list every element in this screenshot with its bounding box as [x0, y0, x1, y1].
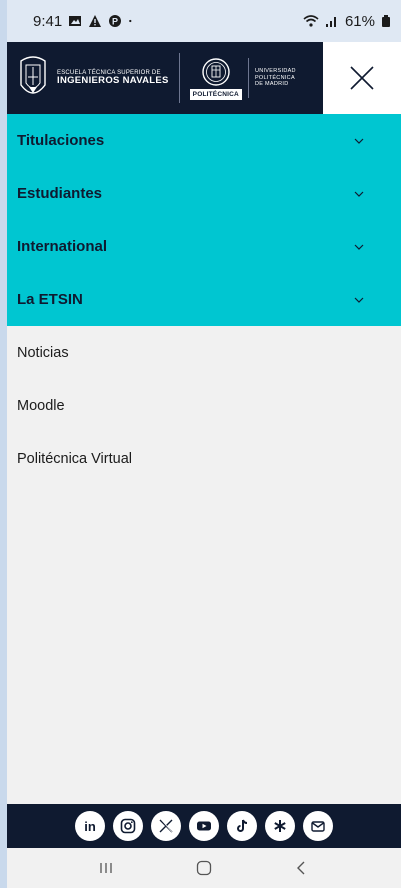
- menu-item-label: La ETSIN: [17, 291, 83, 308]
- etsin-logo[interactable]: ESCUELA TÉCNICA SUPERIOR DE INGENIEROS N…: [7, 42, 169, 114]
- upm-crest-icon: [202, 57, 230, 86]
- menu-item-estudiantes[interactable]: Estudiantes: [7, 167, 401, 220]
- recent-apps-icon: [100, 863, 112, 873]
- back-icon: [297, 861, 305, 875]
- chevron-down-icon[interactable]: [353, 137, 365, 145]
- chevron-down-icon[interactable]: [353, 296, 365, 304]
- menu-item-international[interactable]: International: [7, 220, 401, 273]
- mail-link[interactable]: [303, 811, 333, 841]
- social-links: in: [7, 804, 401, 848]
- mail-icon: [311, 821, 325, 832]
- menu-link-noticias[interactable]: Noticias: [7, 326, 401, 379]
- menu-item-label: Estudiantes: [17, 185, 103, 202]
- chevron-down-icon[interactable]: [353, 190, 365, 198]
- back-button[interactable]: [282, 853, 322, 883]
- svg-text:P: P: [112, 17, 118, 27]
- menu-link-politecnica-virtual[interactable]: Politécnica Virtual: [7, 432, 401, 485]
- close-icon: [350, 66, 374, 90]
- upm-line-2: POLITÉCNICA: [254, 74, 295, 81]
- upm-line-3: DE MADRID: [254, 81, 289, 88]
- etsin-crest-icon: [20, 56, 46, 94]
- header-divider: [178, 53, 180, 103]
- menu-link-moodle[interactable]: Moodle: [7, 379, 401, 432]
- status-time: 9:41: [33, 12, 63, 30]
- linkedin-icon: in: [84, 819, 96, 834]
- menu-item-titulaciones[interactable]: Titulaciones: [7, 114, 401, 167]
- menu-item-la-etsin[interactable]: La ETSIN: [7, 273, 401, 326]
- upm-crest-wrap: POLITÉCNICA: [189, 57, 242, 100]
- upm-name: UNIVERSIDAD POLITÉCNICA DE MADRID: [255, 68, 296, 89]
- instagram-link[interactable]: [113, 811, 143, 841]
- system-nav-bar: [7, 848, 401, 888]
- x-link[interactable]: [151, 811, 181, 841]
- status-bar: 9:41 P 61%: [7, 0, 401, 42]
- x-icon: [159, 819, 173, 833]
- home-button[interactable]: [184, 853, 224, 883]
- battery-level: 61%: [344, 12, 375, 30]
- etsin-name: ESCUELA TÉCNICA SUPERIOR DE INGENIEROS N…: [57, 70, 169, 86]
- menu-item-label: International: [17, 238, 108, 255]
- pinterest-icon: P: [109, 15, 122, 27]
- youtube-link[interactable]: [189, 811, 219, 841]
- recent-apps-button[interactable]: [86, 853, 126, 883]
- instagram-icon: [120, 818, 136, 834]
- secondary-menu: Noticias Moodle Politécnica Virtual: [7, 326, 401, 485]
- tiktok-icon: [237, 819, 248, 832]
- etsin-title: INGENIEROS NAVALES: [57, 75, 169, 87]
- home-icon: [196, 860, 212, 876]
- tiktok-link[interactable]: [227, 811, 257, 841]
- linkedin-link[interactable]: in: [75, 811, 105, 841]
- upm-badge: POLITÉCNICA: [189, 88, 242, 100]
- asterisk-link[interactable]: [265, 811, 295, 841]
- menu-item-label: Titulaciones: [17, 132, 105, 149]
- gallery-icon: [69, 16, 82, 26]
- close-menu-button[interactable]: [323, 42, 401, 114]
- asterisk-icon: [274, 820, 286, 832]
- signal-icon: [325, 17, 336, 27]
- wifi-icon: [303, 15, 319, 27]
- status-left: 9:41 P: [33, 13, 136, 30]
- dot-icon: [129, 19, 132, 23]
- site-header: ESCUELA TÉCNICA SUPERIOR DE INGENIEROS N…: [7, 42, 401, 114]
- upm-divider: [247, 58, 249, 98]
- battery-icon: [382, 15, 390, 27]
- upm-line-1: UNIVERSIDAD: [254, 67, 296, 74]
- primary-menu: Titulaciones Estudiantes International L…: [7, 114, 401, 326]
- youtube-icon: [197, 821, 211, 831]
- upm-logo[interactable]: POLITÉCNICA UNIVERSIDAD POLITÉCNICA DE M…: [189, 57, 296, 100]
- app-frame: 9:41 P 61% ESCUELA TÉCNICA SUPERIOR DE I…: [7, 0, 401, 888]
- svg-text:in: in: [84, 819, 96, 834]
- status-right: 61%: [303, 13, 391, 30]
- chevron-down-icon[interactable]: [353, 243, 365, 251]
- warning-icon: [89, 15, 102, 27]
